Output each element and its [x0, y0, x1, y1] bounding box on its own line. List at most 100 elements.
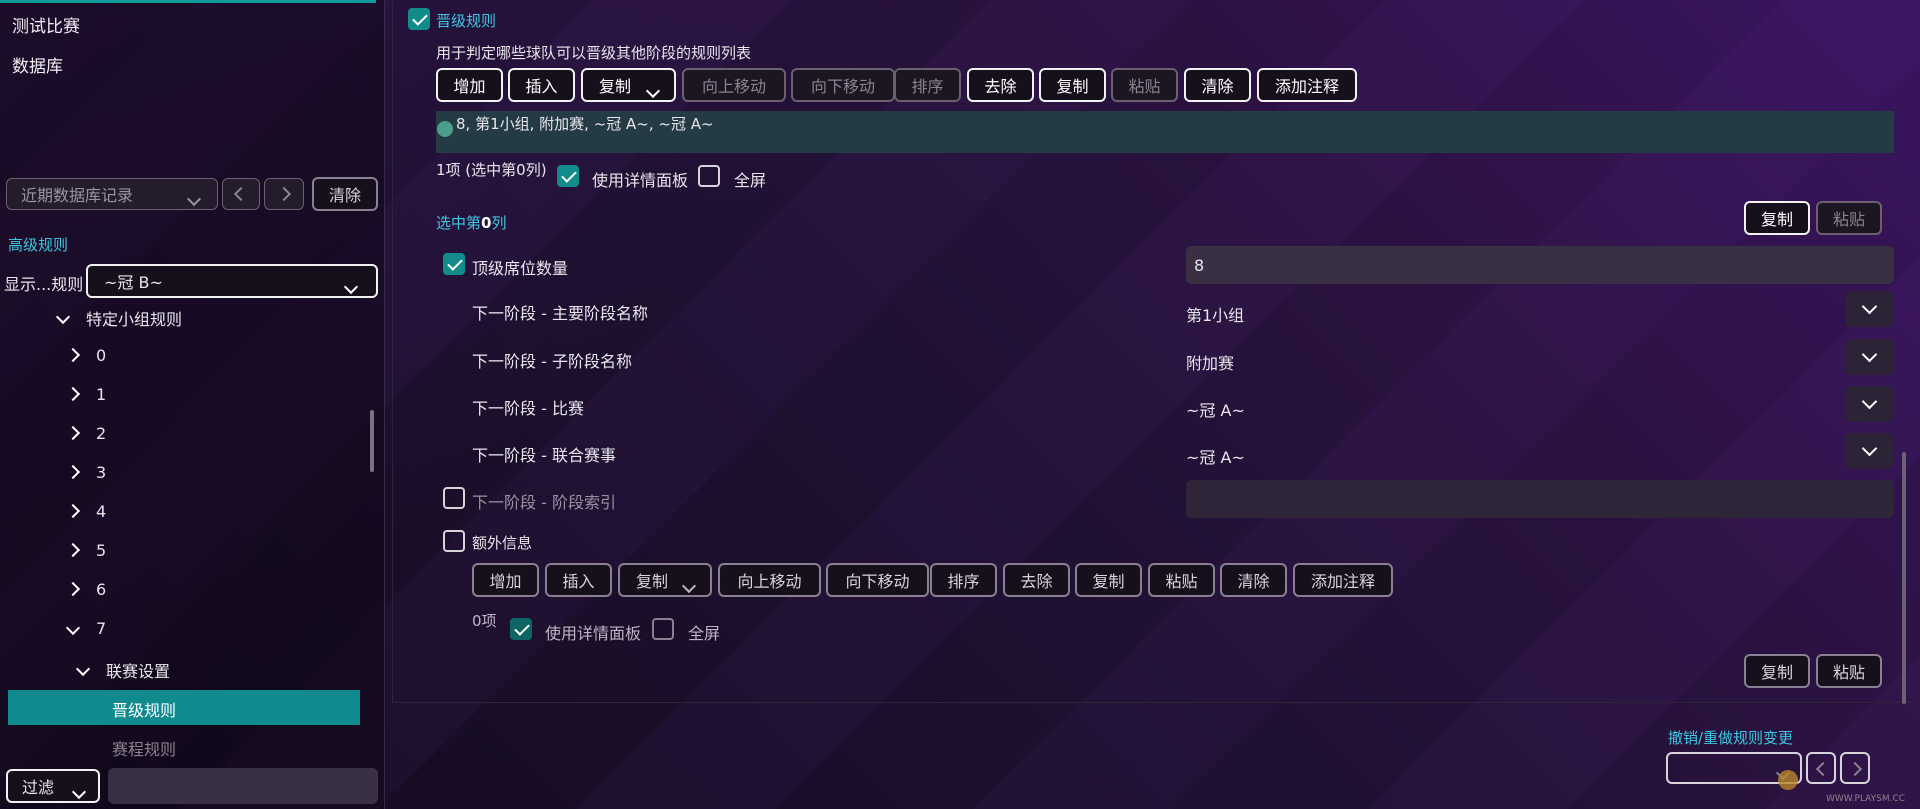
promotion-rules-checkbox[interactable]	[408, 8, 430, 30]
move-down-button[interactable]: 向下移动	[791, 68, 895, 102]
next-sub-stage-label: 下一阶段 - 子阶段名称	[472, 352, 632, 371]
sidebar: 测试比赛 数据库 近期数据库记录 清除 高级规则 显示...规则 ~冠 B~ 特…	[0, 0, 385, 809]
sort-button[interactable]: 排序	[894, 68, 961, 102]
copy-dropdown-button[interactable]: 复制	[581, 68, 676, 102]
use-detail-panel-checkbox[interactable]	[557, 165, 579, 187]
sidebar-scrollbar[interactable]	[370, 410, 374, 472]
extra-duplicate-button[interactable]: 复制	[1075, 563, 1142, 597]
extra-use-detail-panel-label: 使用详情面板	[545, 624, 642, 643]
chevron-right-icon	[64, 464, 82, 481]
chevron-right-icon	[1847, 761, 1863, 777]
tree-node-3[interactable]: 3	[64, 463, 106, 482]
next-match-label: 下一阶段 - 比赛	[472, 399, 584, 418]
chevron-down-icon	[681, 576, 697, 595]
redo-button[interactable]	[1840, 752, 1870, 784]
clear-history-button[interactable]: 清除	[312, 177, 378, 211]
tree-label: 晋级规则	[112, 701, 177, 720]
tree-label: 6	[96, 580, 107, 599]
history-back-button[interactable]	[222, 178, 260, 210]
chevron-down-icon	[343, 277, 359, 296]
insert-button[interactable]: 插入	[508, 68, 575, 102]
tree-label: 3	[96, 463, 107, 482]
extra-use-detail-panel-checkbox[interactable]	[510, 618, 532, 640]
watermark-text: WWW.PLAYSM.CC	[1826, 794, 1906, 804]
extra-fullscreen-checkbox[interactable]	[652, 618, 674, 640]
extra-copy-dropdown-button[interactable]: 复制	[618, 563, 712, 597]
show-rules-select[interactable]: ~冠 B~	[86, 264, 378, 298]
check-circle-icon	[437, 121, 453, 137]
tree-node-promotion-rules[interactable]: 晋级规则	[8, 690, 360, 725]
tree-node-5[interactable]: 5	[64, 541, 106, 560]
top-seats-checkbox[interactable]	[443, 253, 465, 275]
clear-button[interactable]: 清除	[1184, 68, 1251, 102]
extra-copy-button[interactable]: 复制	[1744, 654, 1810, 688]
promotion-rules-title: 晋级规则	[436, 12, 497, 30]
add-button[interactable]: 增加	[436, 68, 503, 102]
filter-select[interactable]: 过滤	[6, 769, 100, 803]
top-seats-input[interactable]: 8	[1186, 246, 1894, 284]
paste-selected-button[interactable]: 粘贴	[1816, 201, 1882, 235]
tree-node-league-settings[interactable]: 联赛设置	[74, 658, 170, 682]
tree-node-2[interactable]: 2	[64, 424, 106, 443]
promotion-rules-description: 用于判定哪些球队可以晋级其他阶段的规则列表	[436, 44, 752, 62]
chevron-down-icon	[1861, 440, 1877, 457]
chevron-right-icon	[64, 347, 82, 364]
extra-remove-button[interactable]: 去除	[1003, 563, 1070, 597]
tree-label: 7	[96, 619, 107, 638]
main-scrollbar[interactable]	[1902, 452, 1906, 704]
undo-button[interactable]	[1806, 752, 1836, 784]
nav-item-test-match[interactable]: 测试比赛	[12, 12, 80, 37]
next-stage-index-input[interactable]	[1186, 480, 1894, 518]
nav-item-database[interactable]: 数据库	[12, 52, 63, 77]
show-rules-label: 显示...规则	[4, 275, 84, 294]
history-forward-button[interactable]	[264, 178, 304, 210]
next-sub-stage-value: 附加赛	[1186, 354, 1235, 373]
add-comment-button[interactable]: 添加注释	[1257, 68, 1357, 102]
chevron-down-icon	[1861, 393, 1877, 410]
chevron-right-icon	[64, 542, 82, 559]
extra-paste-button-2[interactable]: 粘贴	[1816, 654, 1882, 688]
recent-db-select[interactable]: 近期数据库记录	[6, 178, 218, 210]
copy-selected-button[interactable]: 复制	[1744, 201, 1810, 235]
extra-add-comment-button[interactable]: 添加注释	[1293, 563, 1393, 597]
extra-sort-button[interactable]: 排序	[930, 563, 997, 597]
extra-move-down-button[interactable]: 向下移动	[826, 563, 929, 597]
tree-label: 特定小组规则	[86, 310, 183, 329]
next-main-stage-dropdown[interactable]	[1845, 291, 1893, 327]
tree-node-group-rules[interactable]: 特定小组规则	[54, 306, 182, 330]
list-item-text: 8, 第1小组, 附加赛, ~冠 A~, ~冠 A~	[456, 115, 714, 133]
fullscreen-label: 全屏	[734, 171, 767, 190]
paste-button[interactable]: 粘贴	[1111, 68, 1178, 102]
list-item[interactable]: 8, 第1小组, 附加赛, ~冠 A~, ~冠 A~	[436, 111, 1894, 153]
tree-label: 5	[96, 541, 107, 560]
sidebar-top-accent	[0, 0, 376, 3]
undo-redo-title: 撤销/重做规则变更	[1668, 729, 1794, 747]
move-up-button[interactable]: 向上移动	[682, 68, 786, 102]
extra-paste-button[interactable]: 粘贴	[1148, 563, 1215, 597]
next-league-value: ~冠 A~	[1186, 448, 1245, 467]
extra-info-checkbox[interactable]	[443, 530, 465, 552]
extra-insert-button[interactable]: 插入	[545, 563, 612, 597]
remove-button[interactable]: 去除	[967, 68, 1034, 102]
extra-clear-button[interactable]: 清除	[1220, 563, 1287, 597]
tree-node-6[interactable]: 6	[64, 580, 106, 599]
next-league-label: 下一阶段 - 联合赛事	[472, 446, 616, 465]
extra-add-button[interactable]: 增加	[472, 563, 539, 597]
tree-node-7[interactable]: 7	[64, 619, 106, 638]
next-match-dropdown[interactable]	[1845, 386, 1893, 422]
tree-node-schedule-rules[interactable]: 赛程规则	[112, 736, 176, 760]
next-main-stage-value: 第1小组	[1186, 306, 1245, 325]
tree-node-1[interactable]: 1	[64, 385, 106, 404]
next-stage-index-checkbox[interactable]	[443, 487, 465, 509]
next-league-dropdown[interactable]	[1845, 433, 1893, 469]
extra-move-up-button[interactable]: 向上移动	[718, 563, 821, 597]
extra-item-count: 0项	[472, 612, 497, 630]
filter-input[interactable]	[108, 768, 378, 804]
tree-label: 0	[96, 346, 107, 365]
fullscreen-checkbox[interactable]	[698, 165, 720, 187]
duplicate-button[interactable]: 复制	[1039, 68, 1106, 102]
next-sub-stage-dropdown[interactable]	[1845, 339, 1893, 375]
tree-node-4[interactable]: 4	[64, 502, 106, 521]
item-count: 1项 (选中第0列)	[436, 161, 547, 179]
tree-node-0[interactable]: 0	[64, 346, 106, 365]
